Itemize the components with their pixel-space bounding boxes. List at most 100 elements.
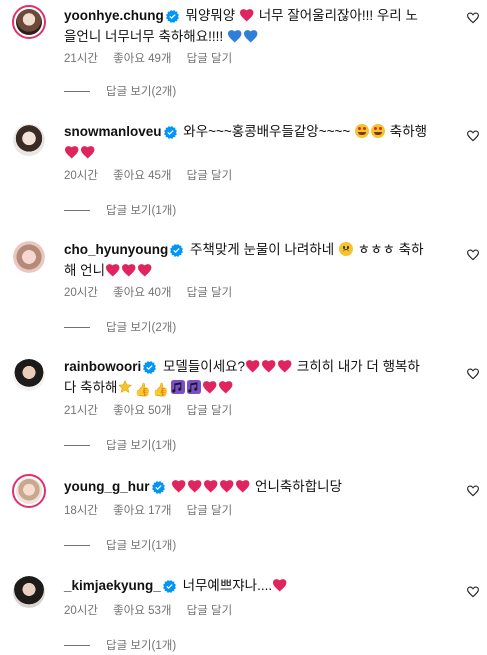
comment-username[interactable]: cho_hyunyoung: [64, 242, 168, 257]
comment-username[interactable]: young_g_hur: [64, 479, 150, 494]
comment-meta: 20시간 좋아요 45개 답글 달기: [64, 167, 244, 183]
view-replies-button[interactable]: 답글 보기(2개): [64, 83, 176, 99]
comment-text: ㅎㅎㅎ 축하: [357, 242, 424, 257]
comment-meta: 18시간 좋아요 17개 답글 달기: [64, 502, 244, 518]
red-heart-emoji: [278, 360, 292, 373]
comment-text: 뭐양뭐양: [185, 8, 236, 23]
red-heart-emoji: [273, 579, 287, 592]
sad-face-emoji: [338, 242, 353, 256]
heart-outline-icon[interactable]: [467, 586, 479, 598]
replies-divider: [64, 644, 90, 646]
verified-badge-icon: [164, 126, 177, 139]
comment-likes[interactable]: 좋아요 53개: [113, 605, 171, 617]
comment-text: 모델들이세요?: [163, 359, 246, 374]
reply-button[interactable]: 답글 달기: [187, 505, 233, 517]
replies-divider: [64, 544, 90, 546]
red-heart-emoji: [220, 480, 234, 493]
verified-badge-icon: [143, 361, 156, 374]
avatar[interactable]: [12, 5, 46, 39]
blue-heart-emoji: [228, 30, 242, 43]
thumbs-up-emoji: 👍: [134, 382, 151, 397]
view-replies-label: 답글 보기(1개): [106, 640, 177, 652]
view-replies-label: 답글 보기(1개): [106, 440, 177, 452]
avatar[interactable]: [13, 124, 45, 156]
heart-outline-icon[interactable]: [467, 368, 479, 380]
replies-divider: [64, 90, 90, 92]
comment-likes[interactable]: 좋아요 17개: [113, 505, 171, 517]
red-heart-emoji: [122, 264, 136, 277]
avatar-photo: [16, 478, 42, 504]
reply-button[interactable]: 답글 달기: [187, 170, 233, 182]
comment-likes[interactable]: 좋아요 49개: [113, 53, 171, 65]
avatar[interactable]: [13, 576, 45, 608]
avatar-photo: [16, 9, 42, 35]
comment-likes[interactable]: 좋아요 45개: [113, 170, 171, 182]
comment-text: 언니축하합니당: [255, 479, 342, 494]
comment-text: 너무 잘어울리잖아!!! 우리 노: [258, 8, 418, 23]
verified-badge-icon: [163, 580, 176, 593]
view-replies-button[interactable]: 답글 보기(1개): [64, 202, 176, 218]
comment-text: 와우~~~홍콩배우들같앙~~~~: [183, 124, 351, 139]
comment-username[interactable]: rainbowoori: [64, 359, 141, 374]
comment-time: 20시간: [64, 287, 98, 299]
music-notes-emoji: [187, 380, 201, 394]
verified-badge-icon: [166, 10, 179, 23]
comment-time: 18시간: [64, 505, 98, 517]
comment-text: 을언니 너무너무 축하해요!!!!: [64, 29, 224, 44]
replies-divider: [64, 326, 90, 328]
heart-outline-icon[interactable]: [467, 485, 479, 497]
heart-outline-icon[interactable]: [467, 12, 479, 24]
red-heart-emoji: [81, 146, 95, 159]
replies-divider: [64, 209, 90, 211]
view-replies-button[interactable]: 답글 보기(1개): [64, 637, 176, 653]
red-heart-emoji: [138, 264, 152, 277]
comment-likes[interactable]: 좋아요 50개: [113, 405, 171, 417]
comment-meta: 20시간 좋아요 40개 답글 달기: [64, 284, 244, 300]
reply-button[interactable]: 답글 달기: [187, 605, 233, 617]
comment-likes[interactable]: 좋아요 40개: [113, 287, 171, 299]
comment-text: 다 축하해: [64, 380, 118, 395]
comment-meta: 21시간 좋아요 49개 답글 달기: [64, 50, 244, 66]
verified-badge-icon: [152, 481, 165, 494]
avatar-photo: [13, 241, 45, 273]
comment-text: 축하행: [389, 124, 428, 139]
view-replies-label: 답글 보기(2개): [106, 322, 177, 334]
comment-text: 크히히 내가 더 행복하: [296, 359, 420, 374]
red-heart-emoji: [106, 264, 120, 277]
comment-time: 20시간: [64, 605, 98, 617]
view-replies-button[interactable]: 답글 보기(1개): [64, 537, 176, 553]
blue-heart-emoji: [244, 30, 258, 43]
star-struck-emoji: [355, 124, 370, 138]
red-heart-emoji: [172, 480, 186, 493]
view-replies-label: 답글 보기(1개): [106, 205, 177, 217]
reply-button[interactable]: 답글 달기: [187, 53, 233, 65]
red-heart-emoji: [65, 146, 79, 159]
heart-outline-icon[interactable]: [467, 249, 479, 261]
sparkle-star-emoji: [118, 380, 132, 394]
view-replies-label: 답글 보기(2개): [106, 86, 177, 98]
comment-time: 20시간: [64, 170, 98, 182]
comment-time: 21시간: [64, 405, 98, 417]
red-heart-emoji: [203, 381, 217, 394]
avatar[interactable]: [13, 241, 45, 273]
reply-button[interactable]: 답글 달기: [187, 405, 233, 417]
view-replies-button[interactable]: 답글 보기(2개): [64, 319, 176, 335]
view-replies-button[interactable]: 답글 보기(1개): [64, 437, 176, 453]
red-heart-emoji: [204, 480, 218, 493]
reply-button[interactable]: 답글 달기: [187, 287, 233, 299]
avatar[interactable]: [13, 359, 45, 391]
comment-meta: 21시간 좋아요 50개 답글 달기: [64, 402, 244, 418]
comment-time: 21시간: [64, 53, 98, 65]
avatar[interactable]: [12, 474, 46, 508]
avatar-photo: [13, 359, 45, 391]
thumbs-up-emoji: 👍: [152, 382, 169, 397]
comment-username[interactable]: yoonhye.chung: [64, 8, 164, 23]
avatar-photo: [13, 576, 45, 608]
comment-text: 해 언니: [64, 263, 106, 278]
heart-outline-icon[interactable]: [467, 130, 479, 142]
comment-username[interactable]: snowmanloveu: [64, 124, 162, 139]
comment-username[interactable]: _kimjaekyung_: [64, 578, 161, 593]
red-heart-emoji: [246, 360, 260, 373]
star-struck-emoji: [371, 124, 386, 138]
red-heart-emoji: [188, 480, 202, 493]
